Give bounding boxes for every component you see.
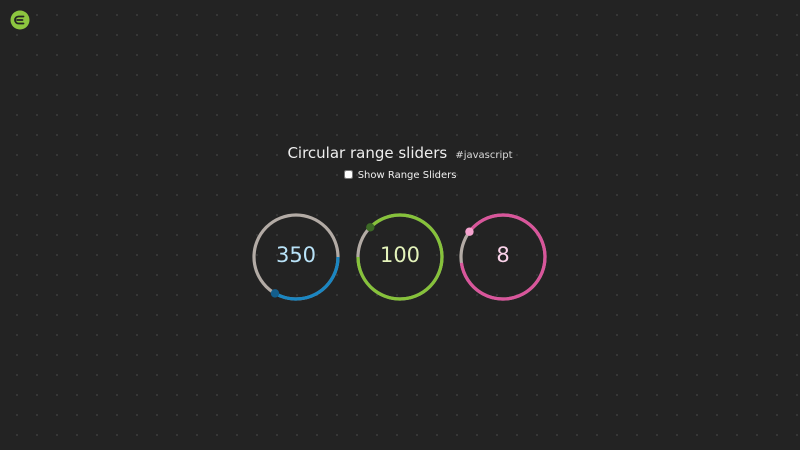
circular-slider-3-value: 8 <box>496 243 510 267</box>
show-range-sliders-label: Show Range Sliders <box>357 170 457 181</box>
page-header: Circular range sliders #javascript <box>0 143 800 162</box>
page-title: Circular range sliders <box>287 144 448 162</box>
circular-slider-1[interactable]: 350 <box>248 209 344 305</box>
logo-icon[interactable] <box>10 10 30 30</box>
circular-slider-2[interactable]: 100 <box>352 209 448 305</box>
circular-slider-2-value: 100 <box>379 243 421 267</box>
circular-slider-1-value: 350 <box>275 243 317 267</box>
show-range-sliders-toggle[interactable]: Show Range Sliders <box>0 170 800 181</box>
topic-tag: #javascript <box>455 150 513 161</box>
circular-slider-3[interactable]: 8 <box>455 209 551 305</box>
show-range-sliders-checkbox[interactable] <box>343 170 353 179</box>
